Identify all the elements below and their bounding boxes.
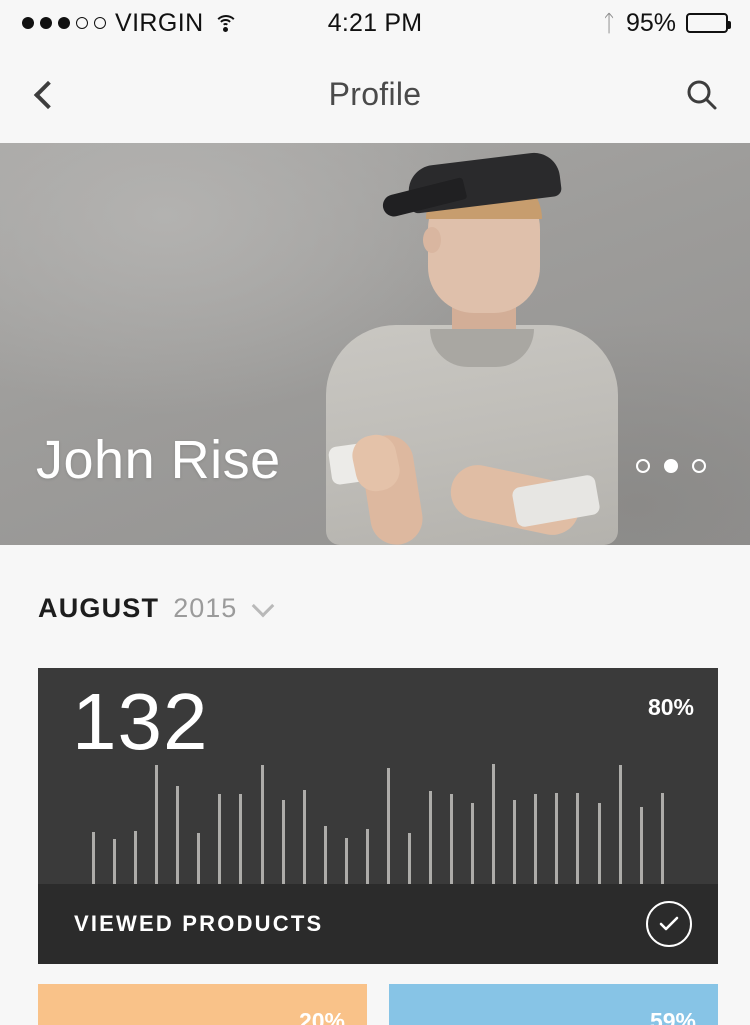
chart-bar <box>323 826 327 884</box>
stat-card-blue[interactable]: 59% <box>389 984 718 1025</box>
wifi-icon <box>213 13 239 33</box>
chart-bar <box>576 792 580 884</box>
signal-dot-filled <box>40 17 52 29</box>
search-icon <box>687 80 717 109</box>
chevron-left-icon <box>33 80 63 109</box>
status-bar: VIRGIN 4:21 PM ᛏ 95% <box>0 0 750 46</box>
hero-subject-figure <box>300 143 630 545</box>
chart-bar <box>471 803 475 884</box>
chart-bar <box>534 794 538 884</box>
chart-bar <box>660 792 664 884</box>
chart-bar <box>260 765 264 884</box>
viewed-products-card[interactable]: 132 80% VIEWED PRODUCTS <box>38 668 718 964</box>
chart-bar <box>134 830 138 884</box>
chart-bar <box>450 794 454 884</box>
status-bar-left: VIRGIN <box>22 9 239 38</box>
search-button[interactable] <box>680 73 724 117</box>
bluetooth-icon: ᛏ <box>602 9 616 36</box>
chart-bar <box>429 791 432 884</box>
battery-icon <box>686 13 731 33</box>
viewed-products-bar-chart <box>92 764 664 884</box>
signal-dot-empty <box>76 17 88 29</box>
chart-bar <box>176 785 180 884</box>
chart-bar <box>386 768 390 884</box>
stat-card-orange[interactable]: 20% <box>38 984 367 1025</box>
chart-bar <box>218 794 222 884</box>
year-label: 2015 <box>173 593 238 623</box>
carousel-pagination[interactable] <box>636 459 706 473</box>
chart-bar <box>239 794 243 884</box>
carousel-dot[interactable] <box>636 459 650 473</box>
back-button[interactable] <box>26 73 70 117</box>
cart-icon <box>415 1014 485 1025</box>
signal-dot-filled <box>22 17 34 29</box>
profile-hero-carousel[interactable]: John Rise <box>0 143 750 545</box>
carrier-label: VIRGIN <box>115 8 204 37</box>
navigation-bar: Profile <box>0 46 750 143</box>
period-selector[interactable]: AUGUST 2015 <box>0 545 750 624</box>
viewed-products-value: 132 <box>72 677 209 766</box>
signal-strength-icon <box>22 17 106 29</box>
chart-bar <box>113 839 117 884</box>
carousel-dot[interactable] <box>692 459 706 473</box>
viewed-products-percent: 80% <box>647 694 694 720</box>
chart-bar <box>302 790 306 884</box>
signal-dot-empty <box>94 17 106 29</box>
chart-bar <box>344 837 348 884</box>
chart-bar <box>555 792 559 884</box>
status-bar-right: ᛏ 95% <box>602 8 731 38</box>
check-circle-icon[interactable] <box>646 901 692 947</box>
chart-bar <box>492 764 496 884</box>
chart-bar <box>407 833 411 884</box>
page-title: Profile <box>328 76 422 112</box>
secondary-stat-cards: 20% 59% <box>0 964 750 1025</box>
stat-card-blue-percent: 59% <box>649 1008 696 1025</box>
month-label: AUGUST <box>38 593 160 623</box>
chart-bar <box>92 831 95 884</box>
profile-screen: VIRGIN 4:21 PM ᛏ 95% Profile John Rise A… <box>0 0 750 1025</box>
chart-bar <box>197 833 201 884</box>
cart-icon <box>64 1014 134 1025</box>
check-icon <box>659 916 679 931</box>
viewed-products-label: VIEWED PRODUCTS <box>74 911 324 936</box>
battery-percentage-label: 95% <box>625 8 676 37</box>
carousel-dot-active[interactable] <box>664 459 678 473</box>
viewed-products-card-footer[interactable]: VIEWED PRODUCTS <box>38 884 718 964</box>
stat-card-orange-percent: 20% <box>298 1008 345 1025</box>
chevron-down-icon[interactable] <box>251 594 275 617</box>
chart-bar <box>155 765 159 884</box>
profile-name: John Rise <box>36 430 281 490</box>
chart-bar <box>513 800 517 884</box>
viewed-products-card-body: 132 80% <box>38 668 718 884</box>
chart-bar <box>639 807 643 884</box>
chart-bar <box>365 829 369 884</box>
chart-bar <box>281 800 285 884</box>
signal-dot-filled <box>58 17 70 29</box>
chart-bar <box>618 765 622 884</box>
chart-bar <box>597 803 601 884</box>
